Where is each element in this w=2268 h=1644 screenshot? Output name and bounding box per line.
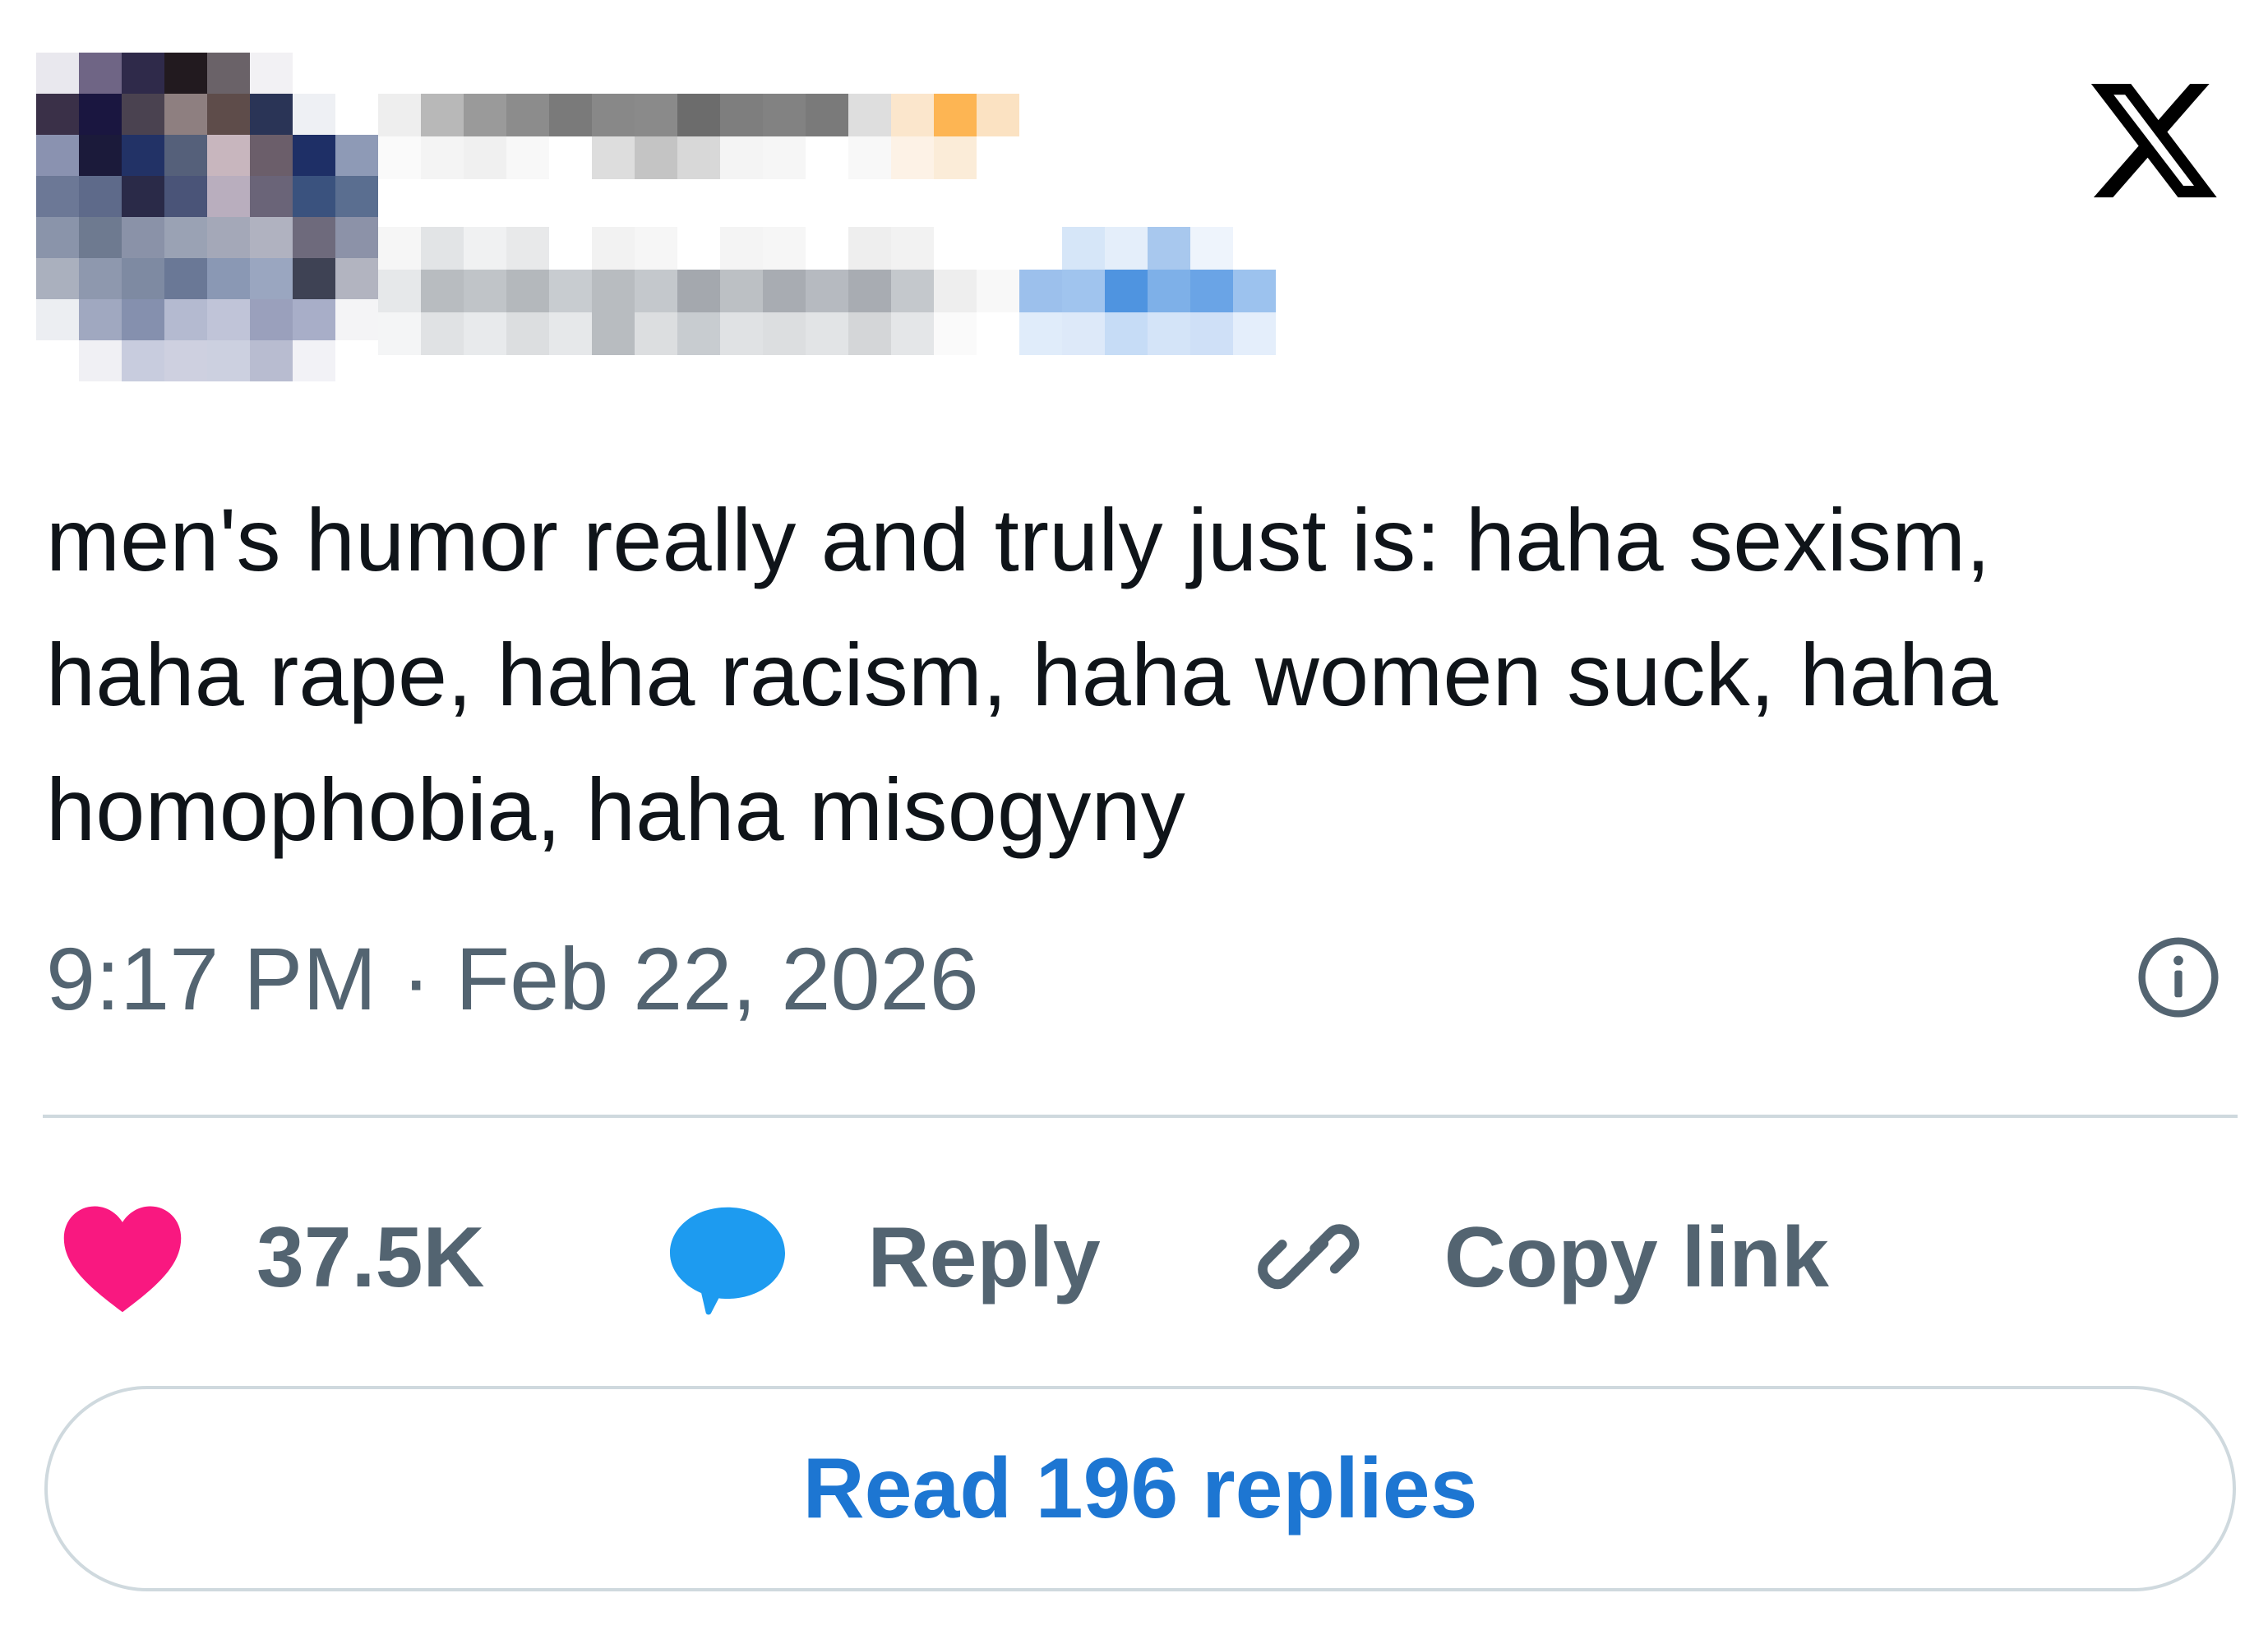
- tweet-meta-row: 9:17 PM · Feb 22, 2026: [46, 925, 2224, 1032]
- author-handle-row2: [378, 270, 1276, 312]
- tweet-card: men's humor really and truly just is: ha…: [0, 0, 2268, 1644]
- like-button[interactable]: 37.5K: [61, 1200, 485, 1315]
- author-display-name[interactable]: [378, 94, 1019, 136]
- tweet-text: men's humor really and truly just is: ha…: [46, 490, 1998, 859]
- tweet-timestamp[interactable]: 9:17 PM · Feb 22, 2026: [46, 927, 979, 1030]
- read-replies-button[interactable]: Read 196 replies: [44, 1386, 2236, 1591]
- action-bar: 37.5K Reply Copy link: [61, 1196, 1829, 1319]
- reply-label: Reply: [867, 1209, 1101, 1305]
- x-logo-icon[interactable]: [2080, 71, 2228, 210]
- reply-button[interactable]: Reply: [666, 1196, 1101, 1319]
- like-count: 37.5K: [256, 1209, 485, 1305]
- reply-bubble-icon: [669, 1207, 785, 1315]
- copy-link-label: Copy link: [1443, 1209, 1829, 1305]
- heart-icon: [63, 1206, 182, 1313]
- author-handle[interactable]: [378, 227, 1276, 270]
- avatar[interactable]: [36, 53, 378, 381]
- link-icon: [1257, 1224, 1360, 1290]
- info-icon[interactable]: [2132, 931, 2224, 1023]
- follow-link[interactable]: [378, 312, 1276, 355]
- copy-link-button[interactable]: Copy link: [1249, 1197, 1829, 1318]
- author-display-name-row2: [378, 136, 977, 179]
- divider: [43, 1115, 2238, 1118]
